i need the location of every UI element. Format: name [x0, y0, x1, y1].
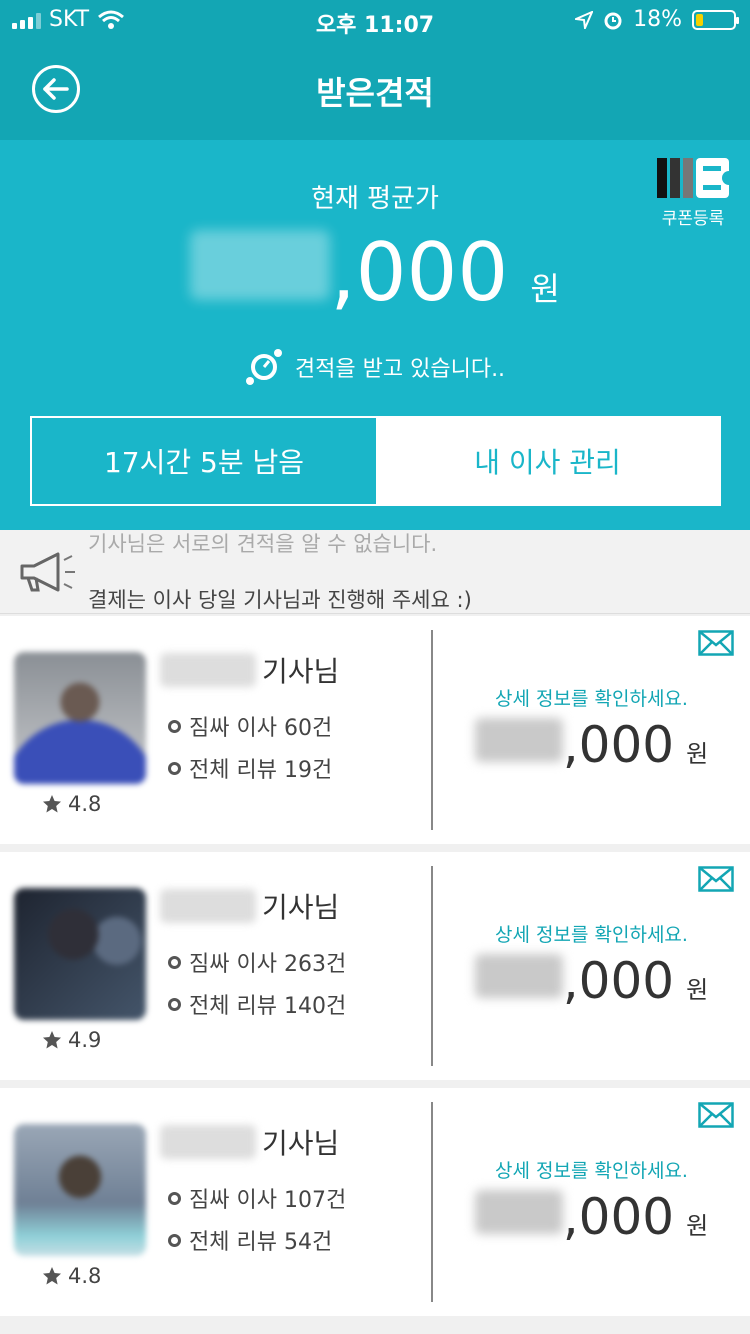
- star-icon: [43, 795, 61, 813]
- notice-line-1: 기사님은 서로의 견적을 알 수 없습니다.: [88, 532, 438, 556]
- driver-title: 기사님: [262, 1127, 340, 1160]
- currency-unit: 원: [530, 270, 560, 308]
- driver-photo: [14, 888, 146, 1020]
- location-icon: [575, 10, 594, 29]
- detail-prompt[interactable]: 상세 정보를 확인하세요.: [433, 920, 750, 947]
- bullet-icon: [168, 719, 181, 733]
- battery-icon: [692, 9, 739, 30]
- move-count-text: 짐싸 이사 60건: [189, 716, 333, 741]
- blurred-price-digits: [474, 954, 563, 998]
- average-price-suffix: ,000: [330, 226, 509, 319]
- my-move-manage-button[interactable]: 내 이사 관리: [376, 418, 719, 504]
- detail-prompt[interactable]: 상세 정보를 확인하세요.: [433, 684, 750, 711]
- average-price: ,000 원: [0, 228, 750, 318]
- estimate-summary: 쿠폰등록 현재 평균가 ,000 원 견적을 받고 있습니다.. 17시간 5분…: [0, 140, 750, 530]
- review-count-text: 전체 리뷰 54건: [189, 1230, 333, 1255]
- driver-rating: 4.8: [42, 792, 101, 816]
- notice-line-2: 결제는 이사 당일 기사님과 진행해 주세요 :): [88, 588, 472, 612]
- receiving-icon: [245, 349, 282, 385]
- blurred-driver-name: [160, 653, 256, 687]
- driver-photo: [14, 652, 146, 784]
- move-count-text: 짐싸 이사 107건: [189, 1188, 347, 1213]
- bullet-icon: [168, 761, 181, 775]
- bullet-icon: [168, 997, 181, 1011]
- bullet-icon: [168, 1233, 181, 1247]
- currency-unit: 원: [686, 976, 709, 1004]
- driver-photo: [14, 1124, 146, 1256]
- driver-name: 기사님: [160, 1122, 339, 1162]
- star-icon: [43, 1031, 61, 1049]
- review-count: 전체 리뷰 54건: [168, 1224, 332, 1256]
- currency-unit: 원: [686, 1212, 709, 1240]
- driver-name: 기사님: [160, 650, 339, 690]
- currency-unit: 원: [686, 740, 709, 768]
- driver-rating: 4.9: [42, 1028, 101, 1052]
- move-count: 짐싸 이사 107건: [168, 1182, 346, 1214]
- quote-price: ,000 원: [433, 1188, 750, 1246]
- mail-icon[interactable]: [698, 1102, 734, 1128]
- quote-price: ,000 원: [433, 952, 750, 1010]
- review-count-text: 전체 리뷰 140건: [189, 994, 347, 1019]
- driver-rating: 4.8: [42, 1264, 101, 1288]
- status-bar: SKT 오후 11:07 18%: [0, 0, 750, 40]
- blurred-driver-name: [160, 1125, 256, 1159]
- notice-banner: 기사님은 서로의 견적을 알 수 없습니다. 결제는 이사 당일 기사님과 진행…: [0, 530, 750, 614]
- blurred-driver-name: [160, 889, 256, 923]
- mail-icon[interactable]: [698, 630, 734, 656]
- detail-prompt[interactable]: 상세 정보를 확인하세요.: [433, 1156, 750, 1183]
- receiving-status: 견적을 받고 있습니다..: [0, 348, 750, 386]
- driver-name: 기사님: [160, 886, 339, 926]
- review-count: 전체 리뷰 19건: [168, 752, 332, 784]
- quote-price-suffix: ,000: [562, 1188, 675, 1246]
- quote-price: ,000 원: [433, 716, 750, 774]
- review-count-text: 전체 리뷰 19건: [189, 758, 333, 783]
- bullet-icon: [168, 1191, 181, 1205]
- page-title: 받은견적: [316, 74, 434, 112]
- blurred-price-digits: [474, 1190, 563, 1234]
- rating-value: 4.8: [68, 792, 102, 816]
- receiving-text: 견적을 받고 있습니다..: [294, 357, 506, 382]
- move-count: 짐싸 이사 263건: [168, 946, 346, 978]
- blurred-price-digits: [474, 718, 563, 762]
- action-buttons: 17시간 5분 남음 내 이사 관리: [30, 416, 721, 506]
- move-count: 짐싸 이사 60건: [168, 710, 332, 742]
- star-icon: [43, 1267, 61, 1285]
- average-price-label: 현재 평균가: [311, 184, 439, 214]
- quote-price-suffix: ,000: [562, 716, 675, 774]
- time-remaining-button[interactable]: 17시간 5분 남음: [32, 418, 376, 504]
- driver-card[interactable]: 4.8 기사님 짐싸 이사 60건 전체 리뷰 19건 상세 정보를 확인하세요…: [0, 616, 750, 844]
- driver-title: 기사님: [262, 655, 340, 688]
- battery-percent: 18%: [633, 7, 682, 32]
- review-count: 전체 리뷰 140건: [168, 988, 346, 1020]
- alarm-icon: [604, 12, 622, 29]
- driver-card[interactable]: 4.9 기사님 짐싸 이사 263건 전체 리뷰 140건 상세 정보를 확인하…: [0, 852, 750, 1080]
- move-count-text: 짐싸 이사 263건: [189, 952, 347, 977]
- quote-price-suffix: ,000: [562, 952, 675, 1010]
- megaphone-icon: [20, 552, 75, 592]
- driver-card[interactable]: 4.8 기사님 짐싸 이사 107건 전체 리뷰 54건 상세 정보를 확인하세…: [0, 1088, 750, 1316]
- nav-bar: 받은견적: [0, 40, 750, 140]
- driver-title: 기사님: [262, 891, 340, 924]
- rating-value: 4.9: [68, 1028, 102, 1052]
- mail-icon[interactable]: [698, 866, 734, 892]
- rating-value: 4.8: [68, 1264, 102, 1288]
- blurred-price-digits: [190, 230, 331, 300]
- bullet-icon: [168, 955, 181, 969]
